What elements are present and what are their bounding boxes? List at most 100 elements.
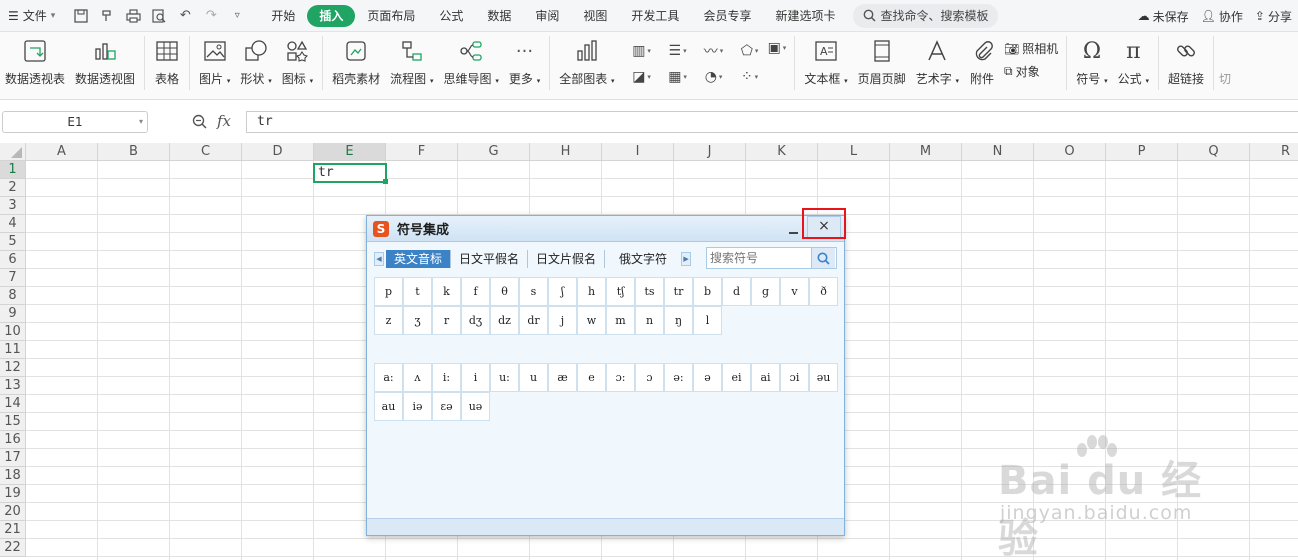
tab-0[interactable]: 开始: [259, 5, 307, 27]
row-header[interactable]: 12: [0, 359, 26, 377]
symbol-cell[interactable]: u: [519, 363, 548, 392]
formula-button[interactable]: π 公式 ▾: [1113, 36, 1154, 92]
format-painter-icon[interactable]: [95, 4, 119, 28]
row-header[interactable]: 14: [0, 395, 26, 413]
symbol-cell[interactable]: v: [780, 277, 809, 306]
symbol-cell[interactable]: g: [751, 277, 780, 306]
row-header[interactable]: 9: [0, 305, 26, 323]
bar-chart-horizontal-icon[interactable]: ☰ ▾: [660, 38, 696, 64]
cut-partial-button[interactable]: 切: [1218, 36, 1232, 92]
column-header[interactable]: H: [530, 143, 602, 161]
image-chart-icon[interactable]: ▣ ▾: [768, 40, 787, 56]
row-header[interactable]: 18: [0, 467, 26, 485]
symbol-cell[interactable]: tʃ: [606, 277, 635, 306]
pivot-table-button[interactable]: 数据透视表: [0, 36, 70, 92]
more-button[interactable]: ··· 更多 ▾: [504, 36, 545, 92]
row-header[interactable]: 19: [0, 485, 26, 503]
symbol-tab-1[interactable]: 日文平假名: [451, 250, 529, 268]
print-preview-icon[interactable]: [147, 4, 171, 28]
picture-button[interactable]: 图片 ▾: [194, 36, 235, 92]
symbol-cell[interactable]: a:: [374, 363, 403, 392]
row-header[interactable]: 13: [0, 377, 26, 395]
row-header[interactable]: 6: [0, 251, 26, 269]
tab-scroll-left-icon[interactable]: ◀: [374, 252, 384, 266]
symbol-search-input[interactable]: [707, 249, 811, 267]
column-header[interactable]: I: [602, 143, 674, 161]
area-chart-icon[interactable]: ◪ ▾: [624, 64, 660, 90]
textbox-button[interactable]: A 文本框 ▾: [799, 36, 852, 92]
row-header[interactable]: 8: [0, 287, 26, 305]
symbol-cell[interactable]: f: [461, 277, 490, 306]
symbol-cell[interactable]: j: [548, 306, 577, 335]
symbol-cell[interactable]: ai: [751, 363, 780, 392]
symbol-cell[interactable]: dz: [490, 306, 519, 335]
wordart-button[interactable]: 艺术字 ▾: [911, 36, 964, 92]
symbol-cell[interactable]: uə: [461, 392, 490, 421]
symbol-cell[interactable]: ei: [722, 363, 751, 392]
row-header[interactable]: 16: [0, 431, 26, 449]
symbol-cell[interactable]: ʌ: [403, 363, 432, 392]
undo-icon[interactable]: ↶: [173, 4, 197, 28]
tab-8[interactable]: 会员专享: [691, 5, 763, 27]
flowchart-button[interactable]: 流程图 ▾: [385, 36, 438, 92]
symbol-cell[interactable]: ð: [809, 277, 838, 306]
symbol-cell[interactable]: e: [577, 363, 606, 392]
table-button[interactable]: 表格: [149, 36, 185, 92]
symbol-cell[interactable]: w: [577, 306, 606, 335]
collab-button[interactable]: 👤︎ 协作: [1201, 8, 1243, 25]
tab-4[interactable]: 数据: [475, 5, 523, 27]
pie-chart-icon[interactable]: ◔ ▾: [696, 64, 732, 90]
zoom-search-icon[interactable]: [192, 114, 207, 129]
save-icon[interactable]: [69, 4, 93, 28]
pivot-chart-button[interactable]: 数据透视图: [70, 36, 140, 92]
camera-button[interactable]: 📷︎ 照相机: [1004, 40, 1058, 57]
column-header[interactable]: G: [458, 143, 530, 161]
symbol-cell[interactable]: æ: [548, 363, 577, 392]
symbol-cell[interactable]: əu: [809, 363, 838, 392]
file-menu[interactable]: ☰ 文件 ▾: [0, 0, 63, 32]
stock-chart-icon[interactable]: ▦ ▾: [660, 64, 696, 90]
column-header[interactable]: N: [962, 143, 1034, 161]
tab-2[interactable]: 页面布局: [355, 5, 427, 27]
insert-function-icon[interactable]: fx: [217, 112, 231, 130]
symbol-cell[interactable]: r: [432, 306, 461, 335]
symbol-cell[interactable]: θ: [490, 277, 519, 306]
column-header[interactable]: D: [242, 143, 314, 161]
scatter-chart-icon[interactable]: ⁘ ▾: [732, 64, 768, 90]
row-header[interactable]: 4: [0, 215, 26, 233]
customize-toolbar-icon[interactable]: ▿: [225, 4, 249, 28]
column-header[interactable]: E: [314, 143, 386, 161]
symbol-cell[interactable]: n: [635, 306, 664, 335]
tab-3[interactable]: 公式: [427, 5, 475, 27]
symbol-cell[interactable]: i: [461, 363, 490, 392]
name-box[interactable]: E1 ▾: [2, 111, 148, 133]
symbol-cell[interactable]: ʒ: [403, 306, 432, 335]
symbol-cell[interactable]: εə: [432, 392, 461, 421]
symbol-button[interactable]: Ω 符号 ▾: [1071, 36, 1112, 92]
symbol-cell[interactable]: s: [519, 277, 548, 306]
share-button[interactable]: ⇪ 分享: [1255, 8, 1292, 25]
symbol-cell[interactable]: ɔ:: [606, 363, 635, 392]
column-header[interactable]: R: [1250, 143, 1298, 161]
symbol-cell[interactable]: i:: [432, 363, 461, 392]
symbol-cell[interactable]: iə: [403, 392, 432, 421]
column-chart-icon[interactable]: ▥ ▾: [624, 38, 660, 64]
dialog-title-bar[interactable]: S 符号集成: [367, 216, 844, 242]
symbol-tab-2[interactable]: 日文片假名: [528, 250, 606, 268]
line-chart-icon[interactable]: 〰 ▾: [696, 38, 732, 64]
column-header[interactable]: J: [674, 143, 746, 161]
active-cell-e1[interactable]: tr: [313, 163, 388, 184]
symbol-cell[interactable]: l: [693, 306, 722, 335]
row-header[interactable]: 20: [0, 503, 26, 521]
symbol-cell[interactable]: ŋ: [664, 306, 693, 335]
tab-scroll-right-icon[interactable]: ▶: [681, 252, 692, 266]
row-header[interactable]: 1: [0, 161, 26, 179]
column-header[interactable]: M: [890, 143, 962, 161]
row-header[interactable]: 3: [0, 197, 26, 215]
symbol-cell[interactable]: k: [432, 277, 461, 306]
symbol-tab-0[interactable]: 英文音标: [386, 250, 452, 268]
row-header[interactable]: 11: [0, 341, 26, 359]
column-header[interactable]: B: [98, 143, 170, 161]
row-header[interactable]: 22: [0, 539, 26, 557]
symbol-search-button[interactable]: [811, 248, 835, 268]
